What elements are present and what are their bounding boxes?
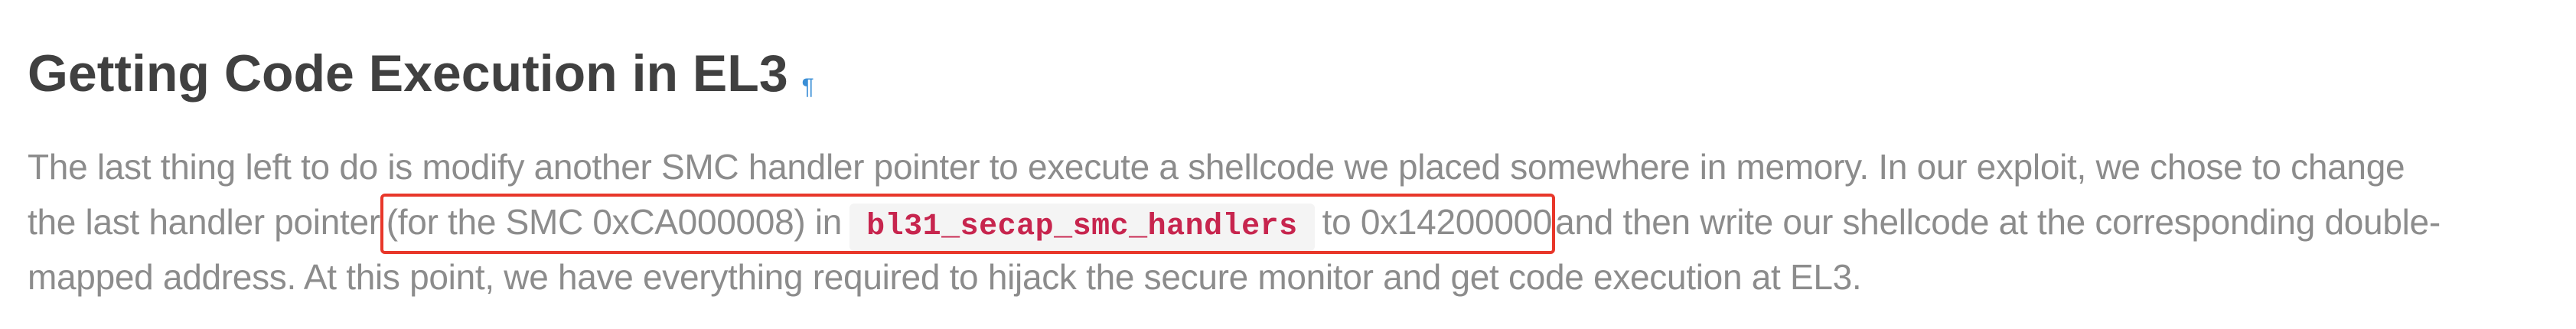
anchor-link-icon[interactable]: ¶ — [802, 50, 814, 124]
inline-code: bl31_secap_smc_handlers — [849, 204, 1315, 251]
highlight-box: (for the SMC 0xCA000008) in bl31_secap_sm… — [380, 194, 1556, 254]
paragraph-line-3: mapped address. At this point, we have e… — [28, 257, 1862, 297]
section-heading: Getting Code Execution in EL3 ¶ — [28, 37, 814, 121]
line-2-trail-text: and then write our shellcode at the corr… — [1555, 202, 2441, 242]
paragraph-line-2: the last handler pointer (for the SMC 0xC… — [28, 194, 2545, 254]
body-paragraph: The last thing left to do is modify anot… — [28, 139, 2545, 305]
heading-text: Getting Code Execution in EL3 — [28, 44, 788, 103]
highlight-text-end: to 0x14200000 — [1322, 202, 1553, 242]
paragraph-line-1: The last thing left to do is modify anot… — [28, 147, 2405, 187]
highlight-text-start: (for the SMC 0xCA000008) in — [386, 202, 843, 242]
line-2-lead-text: the last handler pointer — [28, 202, 380, 242]
